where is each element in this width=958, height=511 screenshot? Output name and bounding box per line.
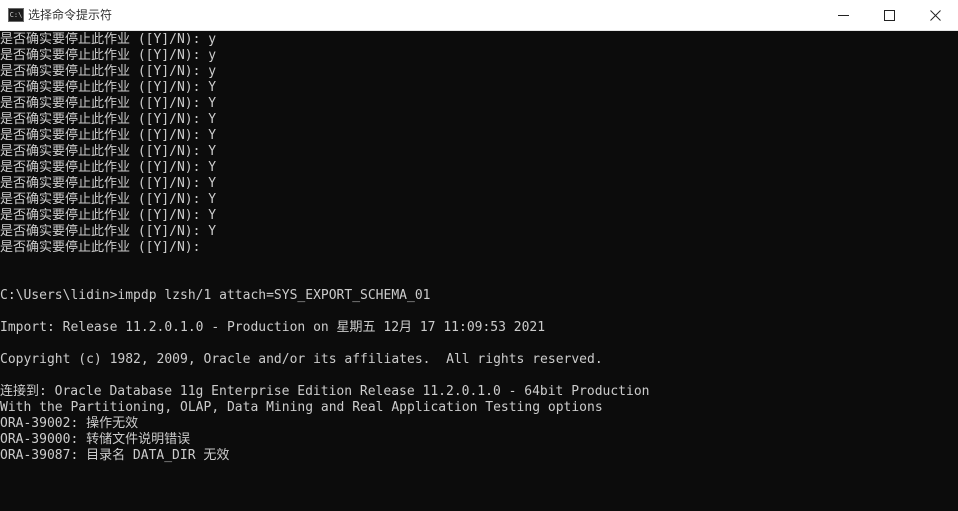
minimize-button[interactable]: [820, 0, 866, 31]
console-line: ORA-39002: 操作无效: [0, 416, 139, 431]
title-bar[interactable]: C:\ 选择命令提示符: [0, 0, 958, 31]
console-line: 是否确实要停止此作业 ([Y]/N): Y: [0, 112, 217, 127]
window-title: 选择命令提示符: [28, 8, 113, 22]
console-line: 是否确实要停止此作业 ([Y]/N): Y: [0, 128, 217, 143]
console-line: 是否确实要停止此作业 ([Y]/N): y: [0, 64, 217, 79]
console-line: Import: Release 11.2.0.1.0 - Production …: [0, 320, 546, 335]
console-line: 是否确实要停止此作业 ([Y]/N): Y: [0, 224, 217, 239]
console-line: 是否确实要停止此作业 ([Y]/N): Y: [0, 80, 217, 95]
console-line: 是否确实要停止此作业 ([Y]/N): y: [0, 48, 217, 63]
command-prompt-window: C:\ 选择命令提示符 是否确实要停止此作业 ([Y]/N): y 是否确实要停…: [0, 0, 958, 511]
console-line: 是否确实要停止此作业 ([Y]/N): y: [0, 32, 217, 47]
console-line: 连接到: Oracle Database 11g Enterprise Edit…: [0, 384, 650, 399]
close-button[interactable]: [912, 0, 958, 31]
window-controls: [820, 0, 958, 31]
console-line: ORA-39000: 转储文件说明错误: [0, 432, 191, 447]
console-line: 是否确实要停止此作业 ([Y]/N):: [0, 240, 201, 255]
minimize-icon: [837, 15, 849, 16]
console-line: With the Partitioning, OLAP, Data Mining…: [0, 400, 603, 415]
close-icon: [929, 10, 941, 21]
console-line: Copyright (c) 1982, 2009, Oracle and/or …: [0, 352, 603, 367]
console-line: 是否确实要停止此作业 ([Y]/N): Y: [0, 192, 217, 207]
console-output[interactable]: 是否确实要停止此作业 ([Y]/N): y 是否确实要停止此作业 ([Y]/N)…: [0, 31, 958, 511]
maximize-icon: [883, 10, 895, 21]
console-line: 是否确实要停止此作业 ([Y]/N): Y: [0, 160, 217, 175]
console-line: ORA-39087: 目录名 DATA_DIR 无效: [0, 448, 230, 463]
console-line: 是否确实要停止此作业 ([Y]/N): Y: [0, 144, 217, 159]
console-line: 是否确实要停止此作业 ([Y]/N): Y: [0, 176, 217, 191]
maximize-button[interactable]: [866, 0, 912, 31]
console-line: 是否确实要停止此作业 ([Y]/N): Y: [0, 96, 217, 111]
cmd-app-icon[interactable]: C:\: [8, 8, 24, 22]
console-line: 是否确实要停止此作业 ([Y]/N): Y: [0, 208, 217, 223]
console-line: C:\Users\lidin>impdp lzsh/1 attach=SYS_E…: [0, 288, 431, 303]
